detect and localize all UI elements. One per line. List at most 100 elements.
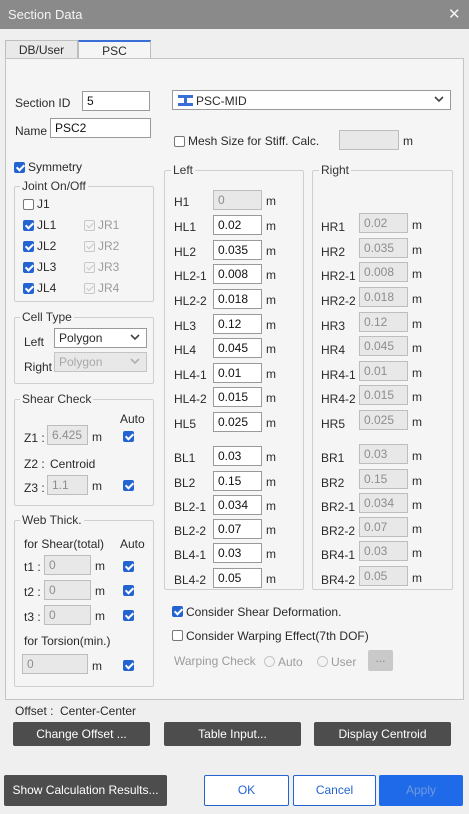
apply-button[interactable]: Apply bbox=[379, 775, 463, 806]
section-type-select[interactable]: PSC-MID bbox=[172, 90, 451, 110]
right-dim-input[interactable]: 0.015 bbox=[359, 385, 408, 405]
jl1-checkbox[interactable] bbox=[23, 220, 34, 231]
left-dim-input[interactable]: 0.018 bbox=[213, 289, 262, 309]
right-dim-input[interactable]: 0.05 bbox=[359, 566, 408, 586]
left-dim-input[interactable]: 0 bbox=[213, 190, 262, 210]
symmetry-checkbox[interactable] bbox=[14, 162, 25, 173]
left-dim-input[interactable]: 0.034 bbox=[213, 495, 262, 515]
display-centroid-button[interactable]: Display Centroid bbox=[314, 722, 451, 746]
torsion-label: for Torsion(min.) bbox=[24, 634, 111, 648]
cell-left-label: Left bbox=[24, 335, 45, 349]
mesh-size-checkbox[interactable] bbox=[174, 136, 185, 147]
right-dim-unit: m bbox=[412, 366, 422, 380]
right-dim-input[interactable]: 0.07 bbox=[359, 517, 408, 537]
torsion-auto-checkbox[interactable] bbox=[123, 660, 134, 671]
left-dim-input[interactable]: 0.02 bbox=[213, 215, 262, 235]
jl2-checkbox[interactable] bbox=[23, 241, 34, 252]
jr4-checkbox[interactable] bbox=[84, 283, 95, 294]
right-dim-unit: m bbox=[412, 474, 422, 488]
z1-input[interactable]: 6.425 bbox=[47, 425, 88, 445]
right-dim-input[interactable]: 0.045 bbox=[359, 336, 408, 356]
right-dim-input[interactable]: 0.12 bbox=[359, 312, 408, 332]
left-dim-label: HL2-2 bbox=[174, 294, 207, 308]
jr3-label: JR3 bbox=[98, 260, 120, 274]
jr2-label: JR2 bbox=[98, 239, 120, 253]
torsion-input[interactable]: 0 bbox=[22, 654, 88, 674]
section-type-value: PSC-MID bbox=[196, 94, 247, 108]
left-dim-input[interactable]: 0.07 bbox=[213, 519, 262, 539]
shear-deformation-checkbox[interactable] bbox=[172, 606, 183, 617]
warping-effect-checkbox[interactable] bbox=[172, 630, 183, 641]
right-dim-input[interactable]: 0.02 bbox=[359, 213, 408, 233]
cell-right-label: Right bbox=[24, 360, 53, 374]
t1-auto-checkbox[interactable] bbox=[123, 561, 134, 572]
left-dims-title: Left bbox=[171, 163, 196, 177]
z3-input[interactable]: 1.1 bbox=[47, 475, 88, 495]
left-dim-input[interactable]: 0.15 bbox=[213, 471, 262, 491]
t3-input[interactable]: 0 bbox=[44, 605, 91, 625]
cell-left-value: Polygon bbox=[59, 331, 103, 345]
chevron-down-icon bbox=[434, 96, 444, 103]
right-dim-label: BR4-1 bbox=[321, 548, 356, 562]
change-offset-button[interactable]: Change Offset ... bbox=[13, 722, 150, 746]
left-dim-input[interactable]: 0.045 bbox=[213, 338, 262, 358]
left-dim-unit: m bbox=[266, 547, 276, 561]
z3-auto-checkbox[interactable] bbox=[123, 480, 134, 491]
left-dim-input[interactable]: 0.01 bbox=[213, 363, 262, 383]
left-dim-input[interactable]: 0.025 bbox=[213, 412, 262, 432]
jr1-checkbox[interactable] bbox=[84, 220, 95, 231]
jl3-checkbox[interactable] bbox=[23, 262, 34, 273]
close-icon[interactable]: ✕ bbox=[448, 5, 461, 23]
t3-auto-checkbox[interactable] bbox=[123, 610, 134, 621]
left-dim-input[interactable]: 0.015 bbox=[213, 387, 262, 407]
right-dims-title: Right bbox=[319, 163, 352, 177]
ok-button[interactable]: OK bbox=[204, 775, 289, 806]
left-dim-input[interactable]: 0.03 bbox=[213, 446, 262, 466]
warping-user-button[interactable]: ... bbox=[368, 650, 393, 671]
section-id-input[interactable]: 5 bbox=[82, 91, 150, 111]
jr2-checkbox[interactable] bbox=[84, 241, 95, 252]
warping-auto-radio[interactable] bbox=[264, 656, 275, 667]
cell-right-select[interactable]: Polygon bbox=[54, 352, 147, 372]
right-dim-input[interactable]: 0.034 bbox=[359, 493, 408, 513]
right-dim-label: HR1 bbox=[321, 220, 346, 234]
t2-auto-checkbox[interactable] bbox=[123, 585, 134, 596]
left-dim-input[interactable]: 0.03 bbox=[213, 543, 262, 563]
left-dim-label: HL5 bbox=[174, 417, 197, 431]
jl2-label: JL2 bbox=[37, 239, 57, 253]
left-dim-label: BL1 bbox=[174, 451, 196, 465]
left-dim-input[interactable]: 0.12 bbox=[213, 314, 262, 334]
cancel-button[interactable]: Cancel bbox=[293, 775, 376, 806]
right-dim-input[interactable]: 0.035 bbox=[359, 238, 408, 258]
left-dim-unit: m bbox=[266, 244, 276, 258]
right-dim-input[interactable]: 0.01 bbox=[359, 361, 408, 381]
jl1-label: JL1 bbox=[37, 218, 57, 232]
jl4-checkbox[interactable] bbox=[23, 283, 34, 294]
cell-left-select[interactable]: Polygon bbox=[54, 328, 147, 348]
tab-db-user[interactable]: DB/User bbox=[5, 40, 78, 60]
left-dim-input[interactable]: 0.05 bbox=[213, 568, 262, 588]
right-dim-input[interactable]: 0.018 bbox=[359, 287, 408, 307]
show-calculation-button[interactable]: Show Calculation Results... bbox=[4, 775, 167, 806]
j1-checkbox[interactable] bbox=[23, 199, 34, 210]
right-dim-unit: m bbox=[412, 243, 422, 257]
right-dim-input[interactable]: 0.15 bbox=[359, 469, 408, 489]
right-dim-input[interactable]: 0.03 bbox=[359, 541, 408, 561]
t3-unit: m bbox=[95, 609, 105, 623]
left-dim-input[interactable]: 0.008 bbox=[213, 264, 262, 284]
t2-input[interactable]: 0 bbox=[44, 580, 91, 600]
tab-psc[interactable]: PSC bbox=[78, 40, 151, 60]
t1-input[interactable]: 0 bbox=[44, 555, 91, 575]
mesh-size-input[interactable] bbox=[339, 130, 399, 150]
right-dim-input[interactable]: 0.03 bbox=[359, 444, 408, 464]
right-dim-input[interactable]: 0.025 bbox=[359, 410, 408, 430]
name-input[interactable]: PSC2 bbox=[50, 118, 151, 138]
warping-effect-label: Consider Warping Effect(7th DOF) bbox=[186, 629, 369, 643]
left-dim-input[interactable]: 0.035 bbox=[213, 240, 262, 260]
warping-user-radio[interactable] bbox=[317, 656, 328, 667]
warping-user-label: User bbox=[331, 655, 357, 669]
z1-auto-checkbox[interactable] bbox=[123, 431, 134, 442]
jr3-checkbox[interactable] bbox=[84, 262, 95, 273]
right-dim-input[interactable]: 0.008 bbox=[359, 262, 408, 282]
table-input-button[interactable]: Table Input... bbox=[164, 722, 301, 746]
